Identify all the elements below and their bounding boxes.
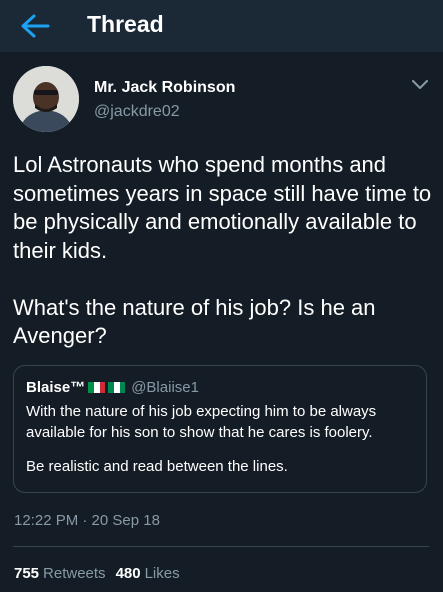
author-handle[interactable]: @jackdre02 <box>94 103 180 121</box>
retweets-label: Retweets <box>43 565 106 582</box>
top-bar: Thread <box>0 0 443 52</box>
quoted-tweet-header: Blaise™ @Blaiise1 <box>26 377 199 397</box>
nigeria-flag-icon <box>108 381 126 393</box>
quoted-tweet-text: With the nature of his job expecting him… <box>26 401 416 477</box>
chevron-down-icon[interactable] <box>412 80 428 90</box>
retweets-count: 755 <box>14 565 40 582</box>
tweet-timestamp: 12:22 PM · 20 Sep 18 <box>14 512 160 529</box>
quoted-tweet[interactable]: Blaise™ @Blaiise1 With the nature of his… <box>13 365 427 493</box>
arrow-left-icon[interactable] <box>20 13 50 39</box>
page-title: Thread <box>87 11 164 37</box>
quoted-author-name: Blaise™ <box>26 378 86 396</box>
retweets-stat[interactable]: 755 Retweets <box>14 565 106 582</box>
italy-flag-icon <box>88 381 106 393</box>
tweet-paragraph: What's the nature of his job? Is he an A… <box>13 294 376 349</box>
likes-label: Likes <box>144 565 180 582</box>
tweet-paragraph: Lol Astronauts who spend months and some… <box>13 152 432 263</box>
tweet-stats: 755 Retweets 480 Likes <box>14 565 190 582</box>
quoted-paragraph: With the nature of his job expecting him… <box>26 403 377 441</box>
divider <box>13 546 429 547</box>
tweet-text: Lol Astronauts who spend months and some… <box>13 151 433 351</box>
author-name[interactable]: Mr. Jack Robinson <box>94 79 235 97</box>
likes-stat[interactable]: 480 Likes <box>116 565 180 582</box>
quoted-author-handle: @Blaiise1 <box>131 378 199 396</box>
quoted-paragraph: Be realistic and read between the lines. <box>26 458 288 475</box>
likes-count: 480 <box>115 565 141 582</box>
avatar[interactable] <box>13 66 79 132</box>
